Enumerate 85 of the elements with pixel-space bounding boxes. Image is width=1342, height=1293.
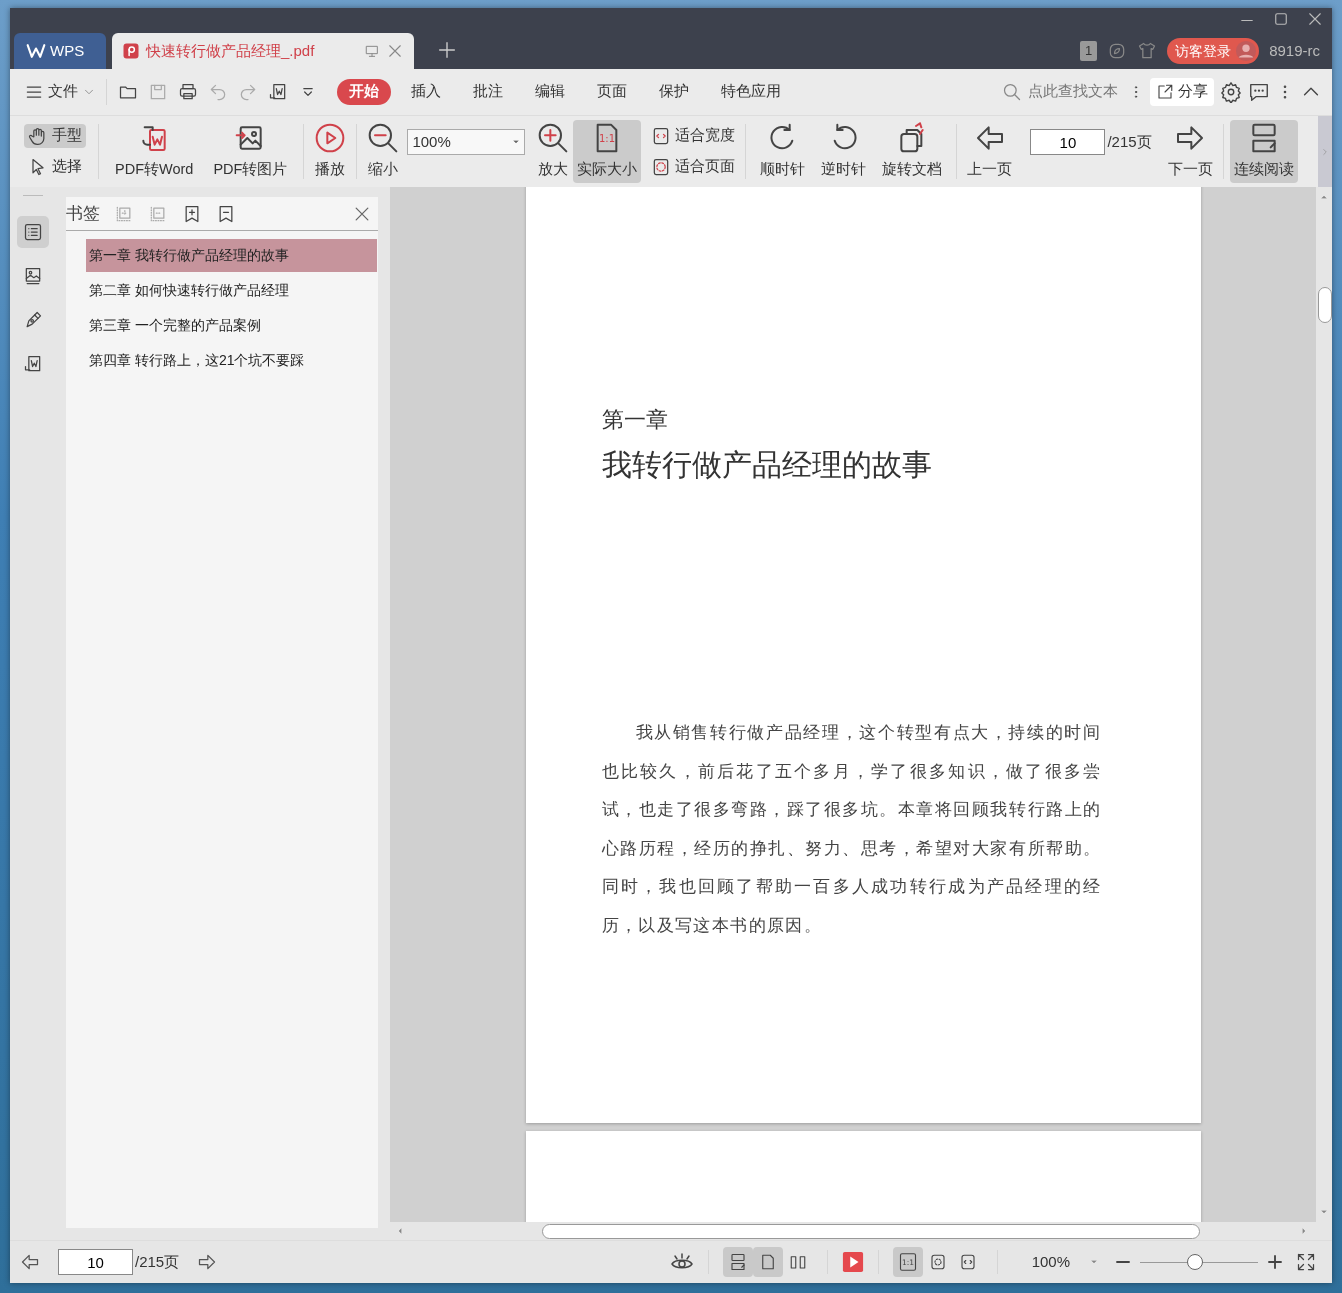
settings-icon[interactable] — [1220, 81, 1242, 103]
zoom-in-icon[interactable] — [1266, 1253, 1284, 1271]
bookmark-item[interactable]: 第三章 一个完整的产品案例 — [86, 309, 377, 342]
ribbon-tab[interactable]: 页面 — [585, 79, 639, 105]
scrollbar-thumb[interactable] — [1318, 287, 1332, 323]
zoom-select[interactable]: 100% — [407, 129, 526, 155]
fit-width-button[interactable]: 适合宽度 — [647, 123, 740, 148]
view-mode-button[interactable] — [722, 1247, 753, 1277]
chat-icon[interactable] — [1248, 81, 1270, 103]
fit-page-button[interactable]: 适合页面 — [647, 155, 740, 180]
play-button[interactable]: 播放 — [310, 120, 351, 183]
search-field[interactable]: 点此查找文本 — [1002, 80, 1122, 104]
avatar-icon — [1235, 40, 1258, 62]
continuous-pages-icon — [728, 1251, 747, 1273]
ribbon-tab[interactable]: 编辑 — [523, 79, 577, 105]
page-total: /215页 — [1107, 132, 1152, 152]
new-tab-icon[interactable] — [436, 39, 458, 61]
slider-thumb[interactable] — [1187, 1253, 1204, 1270]
chevron-right-icon — [1320, 146, 1330, 157]
body-paragraph: 我从销售转行做产品经理，这个转型有点大，持续的时间也比较久，前后花了五个多月，学了很多知识，做了很多尝试，也走了很多弯路，踩了很多坑。本章将回顾我转行路上的心路历程，经历的挣扎、努力、思考，希望对大家有所帮助。同时，我也回顾了帮助一百多人成功转行成为产品经理的经历，以及写这本书的原因。 — [601, 721, 1102, 937]
bookmark-item[interactable]: 第四章 转行路上，这21个坑不要踩 — [86, 344, 377, 377]
bookmark-item[interactable]: 第二章 如何快速转行做产品经理 — [86, 274, 377, 307]
page-total: /215页 — [135, 1251, 180, 1272]
pdf-icon — [122, 42, 140, 60]
search-icon — [1002, 82, 1022, 102]
export-icon[interactable] — [268, 82, 288, 102]
actual-size-icon: 1:1 — [898, 1250, 917, 1274]
share-icon — [1156, 83, 1174, 101]
scroll-left-icon[interactable] — [396, 1227, 404, 1235]
fit-mode-button[interactable]: 1:1 — [892, 1247, 923, 1277]
window-count-badge[interactable]: 1 — [1079, 41, 1098, 61]
pdf-to-word-button[interactable]: PDF转Word — [111, 120, 198, 183]
close-icon[interactable] — [386, 42, 404, 60]
logo-icon — [26, 41, 46, 61]
next-page-icon[interactable] — [197, 1252, 218, 1272]
panel-title: 书签 — [66, 202, 100, 225]
outline-icon — [22, 221, 43, 243]
home-tab[interactable]: WPS — [14, 33, 106, 69]
fullscreen-icon[interactable] — [1296, 1252, 1316, 1272]
page-number-field[interactable]: 10 — [1030, 129, 1106, 155]
caret-icon[interactable] — [1090, 1258, 1098, 1266]
ribbon-tab[interactable]: 保护 — [647, 79, 701, 105]
login-button[interactable]: 访客登录 — [1167, 38, 1260, 64]
zoom-in-icon — [537, 122, 570, 154]
side-panel-tab[interactable] — [16, 216, 49, 248]
play-icon — [314, 122, 347, 154]
scrollbar-thumb[interactable] — [542, 1224, 1200, 1239]
ribbon-tab[interactable]: 插入 — [399, 79, 453, 105]
toolbar-scroll-handle[interactable] — [1318, 116, 1332, 187]
next-page-button[interactable]: 下一页 — [1163, 120, 1217, 183]
pdf-to-image-button[interactable]: PDF转图片 — [209, 120, 292, 183]
file-menu[interactable]: 文件 — [20, 80, 100, 104]
bookmark-item[interactable]: 第一章 我转行做产品经理的故事 — [86, 239, 377, 272]
rotate-counterclockwise-button[interactable]: 逆时针 — [817, 120, 871, 183]
ribbon-tab[interactable]: 批注 — [461, 79, 515, 105]
document-tab[interactable]: 快速转行做产品经理_.pdf — [112, 33, 414, 69]
tool-button[interactable]: 选择 — [24, 155, 86, 180]
page-number-field[interactable]: 10 — [58, 1249, 133, 1275]
close-icon[interactable] — [1306, 10, 1324, 28]
chapter-title: 我转行做产品经理的故事 — [601, 447, 933, 483]
user-id: 8919-rc — [1269, 40, 1320, 61]
view-mode-button[interactable] — [752, 1247, 783, 1277]
zoom-out-button[interactable]: 缩小 — [363, 120, 404, 183]
print-icon[interactable] — [178, 82, 198, 102]
previous-page-button[interactable]: 上一页 — [963, 120, 1017, 183]
scroll-down-icon[interactable] — [1320, 1208, 1328, 1216]
actual-size-button[interactable]: 1:1 实际大小 — [573, 120, 642, 183]
caret-icon — [512, 138, 521, 146]
scroll-up-icon[interactable] — [1320, 193, 1328, 201]
zoom-in-button[interactable]: 放大 — [533, 120, 574, 183]
rotate-document-button[interactable]: 旋转文档 — [878, 120, 947, 183]
previous-page-icon[interactable] — [20, 1252, 40, 1272]
share-button[interactable]: 分享 — [1150, 78, 1214, 106]
zoom-level[interactable]: 100% — [1031, 1250, 1070, 1274]
play-icon[interactable] — [841, 1251, 864, 1273]
shirt-icon[interactable] — [1137, 41, 1158, 61]
maximize-icon[interactable] — [1272, 10, 1290, 28]
zoom-out-icon — [367, 122, 400, 154]
rotate-clockwise-button[interactable]: 顺时针 — [756, 120, 810, 183]
ribbon-tab[interactable]: 开始 — [337, 79, 391, 105]
chapter-label: 第一章 — [601, 406, 669, 434]
continuous-reading-button[interactable]: 连续阅读 — [1229, 120, 1298, 183]
scroll-right-icon[interactable] — [1300, 1227, 1308, 1235]
ribbon-tab[interactable]: 特色应用 — [709, 79, 793, 105]
tool-button[interactable]: 手型 — [24, 123, 86, 148]
